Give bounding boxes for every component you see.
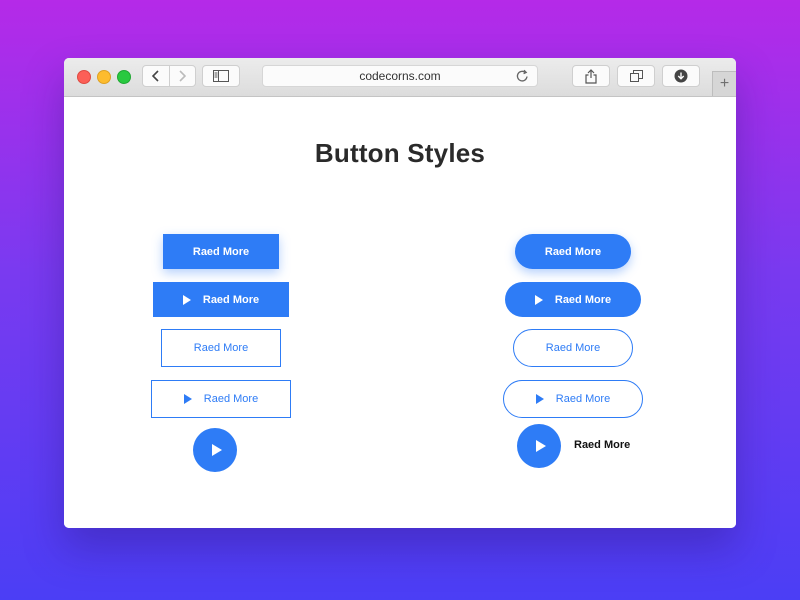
sidebar-icon [213, 70, 229, 82]
close-window-button[interactable] [77, 70, 91, 84]
read-more-button-pill-outline[interactable]: Raed More [513, 329, 633, 367]
read-more-button-outline-with-play[interactable]: Raed More [151, 380, 291, 418]
page-content: Button Styles Raed More Raed More Raed M… [64, 97, 736, 528]
minimize-window-button[interactable] [97, 70, 111, 84]
button-label: Raed More [544, 245, 602, 258]
button-label: Raed More [555, 393, 611, 405]
new-tab-button[interactable]: + [712, 71, 736, 96]
play-circle-button[interactable] [517, 424, 561, 468]
button-label: Raed More [545, 342, 601, 354]
button-label: Raed More [203, 393, 259, 405]
play-icon [535, 440, 546, 452]
address-bar[interactable]: codecorns.com [262, 65, 538, 87]
tabs-icon [629, 70, 643, 82]
reload-icon[interactable] [516, 69, 529, 83]
zoom-window-button[interactable] [117, 70, 131, 84]
page-title: Button Styles [314, 138, 486, 168]
read-more-button-pill-with-play[interactable]: Raed More [505, 282, 641, 317]
download-icon [674, 69, 688, 83]
sidebar-toggle-button[interactable] [202, 65, 240, 87]
button-label: Raed More [192, 245, 250, 258]
forward-button[interactable] [168, 66, 196, 86]
browser-window: codecorns.com + Button Styles Raed More … [64, 58, 736, 528]
chevron-left-icon [151, 70, 159, 82]
play-icon [211, 444, 222, 456]
browser-toolbar: codecorns.com + [64, 58, 736, 97]
play-circle-button[interactable] [193, 428, 237, 472]
url-text: codecorns.com [359, 69, 441, 83]
play-icon [534, 294, 543, 305]
button-label: Raed More [202, 293, 260, 306]
button-label: Raed More [193, 342, 249, 354]
show-tabs-button[interactable] [617, 65, 655, 87]
play-icon [182, 294, 191, 305]
button-label: Raed More [554, 293, 612, 306]
read-more-button-pill-outline-with-play[interactable]: Raed More [503, 380, 643, 418]
navigation-buttons [142, 65, 196, 87]
read-more-link[interactable]: Raed More [574, 439, 630, 451]
read-more-button-solid-with-play[interactable]: Raed More [153, 282, 289, 317]
read-more-button-solid-shadow[interactable]: Raed More [163, 234, 279, 269]
chevron-right-icon [179, 70, 187, 82]
back-button[interactable] [143, 66, 169, 86]
downloads-button[interactable] [662, 65, 700, 87]
play-icon [183, 394, 192, 404]
read-more-button-pill-shadow[interactable]: Raed More [515, 234, 631, 269]
read-more-button-outline[interactable]: Raed More [161, 329, 281, 367]
share-icon [585, 68, 597, 84]
play-icon [535, 394, 544, 404]
share-button[interactable] [572, 65, 610, 87]
